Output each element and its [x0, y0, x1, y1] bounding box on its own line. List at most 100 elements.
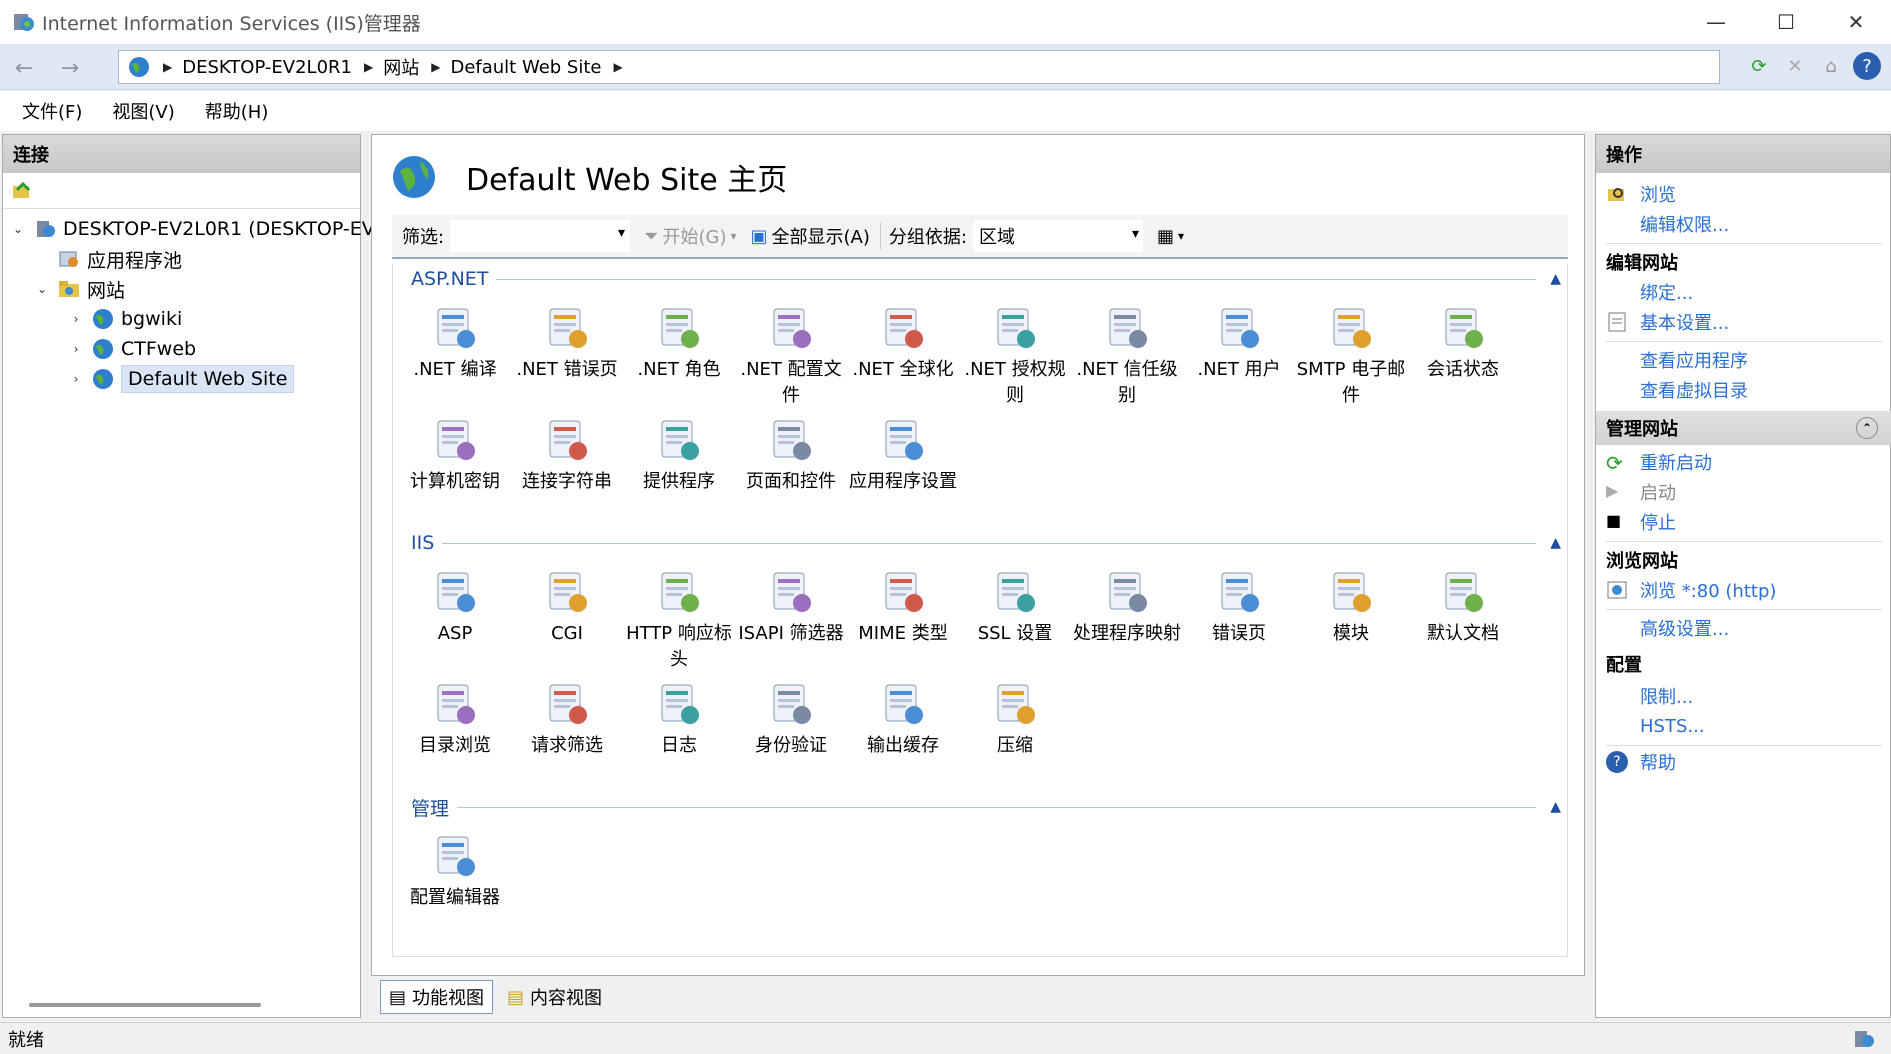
- maximize-button[interactable]: ☐: [1751, 0, 1821, 44]
- action-view-applications[interactable]: 查看应用程序: [1640, 347, 1748, 373]
- feature-1-1[interactable]: CGI: [511, 567, 623, 647]
- feature-icon: [654, 567, 704, 617]
- feature-0-1[interactable]: .NET 错误页: [511, 303, 623, 383]
- feature-0-13[interactable]: 页面和控件: [735, 415, 847, 495]
- action-restart[interactable]: 重新启动: [1640, 449, 1712, 475]
- feature-0-9[interactable]: 会话状态: [1407, 303, 1519, 383]
- feature-icon: [766, 567, 816, 617]
- home-icon[interactable]: ⌂: [1817, 52, 1845, 80]
- tab-features-view[interactable]: ▤ 功能视图: [380, 980, 494, 1014]
- feature-0-5[interactable]: .NET 授权规则: [959, 303, 1071, 409]
- feature-0-2[interactable]: .NET 角色: [623, 303, 735, 383]
- action-advanced-settings[interactable]: 高级设置...: [1640, 615, 1729, 641]
- feature-0-10[interactable]: 计算机密钥: [399, 415, 511, 495]
- feature-label: .NET 错误页: [516, 359, 618, 380]
- action-start[interactable]: 启动: [1640, 479, 1676, 505]
- feature-1-8[interactable]: 模块: [1295, 567, 1407, 647]
- collapse-icon[interactable]: ▲: [1550, 799, 1561, 815]
- action-stop[interactable]: 停止: [1640, 509, 1676, 535]
- view-mode-button[interactable]: ▦ ▾: [1157, 226, 1184, 247]
- start-button[interactable]: ⏷ 开始(G) ▾: [644, 223, 736, 249]
- menu-view[interactable]: 视图(V): [112, 98, 174, 124]
- feature-1-13[interactable]: 身份验证: [735, 679, 847, 759]
- chevron-right-icon[interactable]: ▶: [613, 60, 622, 74]
- help-icon: ?: [1606, 751, 1628, 773]
- minimize-button[interactable]: —: [1681, 0, 1751, 44]
- chevron-down-icon[interactable]: ⌄: [33, 282, 51, 296]
- feature-label: ASP: [437, 623, 473, 644]
- feature-1-7[interactable]: 错误页: [1183, 567, 1295, 647]
- tree-item-server[interactable]: ⌄ DESKTOP-EV2L0R1 (DESKTOP-EV2: [9, 215, 387, 243]
- tab-content-view[interactable]: ▤ 内容视图: [499, 981, 610, 1013]
- feature-1-5[interactable]: SSL 设置: [959, 567, 1071, 647]
- feature-1-11[interactable]: 请求筛选: [511, 679, 623, 759]
- refresh-icon[interactable]: ⟳: [1745, 52, 1773, 80]
- feature-0-8[interactable]: SMTP 电子邮件: [1295, 303, 1407, 409]
- menu-file[interactable]: 文件(F): [22, 98, 82, 124]
- group-by-select[interactable]: 区域: [972, 220, 1143, 252]
- breadcrumb-site[interactable]: Default Web Site: [450, 57, 601, 78]
- tree-item-default-web-site[interactable]: › Default Web Site: [67, 365, 295, 393]
- feature-1-6[interactable]: 处理程序映射: [1071, 567, 1183, 647]
- address-bar[interactable]: ▶ DESKTOP-EV2L0R1 ▶ 网站 ▶ Default Web Sit…: [118, 50, 1720, 84]
- feature-0-7[interactable]: .NET 用户: [1183, 303, 1295, 383]
- feature-0-3[interactable]: .NET 配置文件: [735, 303, 847, 409]
- feature-label: .NET 信任级别: [1076, 359, 1178, 406]
- chevron-right-icon[interactable]: ›: [67, 372, 85, 386]
- feature-1-9[interactable]: 默认文档: [1407, 567, 1519, 647]
- action-limits[interactable]: 限制...: [1640, 683, 1693, 709]
- tree-item-bgwiki[interactable]: › bgwiki: [67, 305, 183, 333]
- action-edit-permissions[interactable]: 编辑权限...: [1640, 211, 1729, 237]
- feature-0-4[interactable]: .NET 全球化: [847, 303, 959, 383]
- action-hsts[interactable]: HSTS...: [1640, 713, 1705, 739]
- chevron-right-icon[interactable]: ▶: [163, 60, 172, 74]
- app-pool-icon: [59, 251, 78, 267]
- tree-item-sites[interactable]: ⌄ 网站: [33, 275, 125, 303]
- breadcrumb-sites[interactable]: 网站: [383, 54, 419, 80]
- collapse-icon[interactable]: ▲: [1550, 535, 1561, 551]
- horizontal-scrollbar[interactable]: [29, 1003, 261, 1007]
- chevron-down-icon[interactable]: ⌄: [9, 222, 27, 236]
- show-all-button[interactable]: ▣ 全部显示(A): [751, 223, 870, 249]
- feature-1-14[interactable]: 输出缓存: [847, 679, 959, 759]
- collapse-icon[interactable]: ▲: [1550, 271, 1561, 287]
- action-bindings[interactable]: 绑定...: [1640, 279, 1693, 305]
- feature-1-0[interactable]: ASP: [399, 567, 511, 647]
- tree-item-ctfweb[interactable]: › CTFweb: [67, 335, 197, 363]
- feature-0-14[interactable]: 应用程序设置: [847, 415, 959, 495]
- action-browse-80[interactable]: 浏览 *:80 (http): [1640, 577, 1776, 603]
- feature-1-10[interactable]: 目录浏览: [399, 679, 511, 759]
- feature-icon: [766, 679, 816, 729]
- breadcrumb-server[interactable]: DESKTOP-EV2L0R1: [182, 57, 352, 78]
- feature-2-0[interactable]: 配置编辑器: [399, 831, 511, 911]
- chevron-right-icon[interactable]: ▶: [431, 60, 440, 74]
- collapse-icon[interactable]: ⌃: [1856, 417, 1878, 439]
- back-button[interactable]: ←: [8, 52, 40, 84]
- feature-1-2[interactable]: HTTP 响应标头: [623, 567, 735, 673]
- forward-button[interactable]: →: [54, 52, 86, 84]
- feature-0-12[interactable]: 提供程序: [623, 415, 735, 495]
- help-icon[interactable]: ?: [1853, 52, 1881, 80]
- chevron-right-icon[interactable]: ›: [67, 312, 85, 326]
- feature-1-4[interactable]: MIME 类型: [847, 567, 959, 647]
- feature-0-0[interactable]: .NET 编译: [399, 303, 511, 383]
- stop-icon[interactable]: ✕: [1781, 52, 1809, 80]
- close-button[interactable]: ✕: [1821, 0, 1891, 44]
- action-help[interactable]: 帮助: [1640, 749, 1676, 775]
- chevron-right-icon[interactable]: ▶: [364, 60, 373, 74]
- filter-input[interactable]: [450, 220, 631, 252]
- feature-0-6[interactable]: .NET 信任级别: [1071, 303, 1183, 409]
- action-basic-settings[interactable]: 基本设置...: [1640, 309, 1729, 335]
- feature-0-11[interactable]: 连接字符串: [511, 415, 623, 495]
- feature-1-3[interactable]: ISAPI 筛选器: [735, 567, 847, 647]
- action-view-virtual-dirs[interactable]: 查看虚拟目录: [1640, 377, 1748, 403]
- menu-help[interactable]: 帮助(H): [205, 98, 269, 124]
- feature-1-12[interactable]: 日志: [623, 679, 735, 759]
- action-browse[interactable]: 浏览: [1640, 181, 1676, 207]
- group-aspnet: ASP.NET ▲: [411, 268, 1561, 290]
- chevron-right-icon[interactable]: ›: [67, 342, 85, 356]
- connect-icon[interactable]: [11, 180, 33, 202]
- feature-1-15[interactable]: 压缩: [959, 679, 1071, 759]
- feature-label: 输出缓存: [867, 735, 939, 756]
- tree-item-app-pools[interactable]: 应用程序池: [33, 245, 182, 273]
